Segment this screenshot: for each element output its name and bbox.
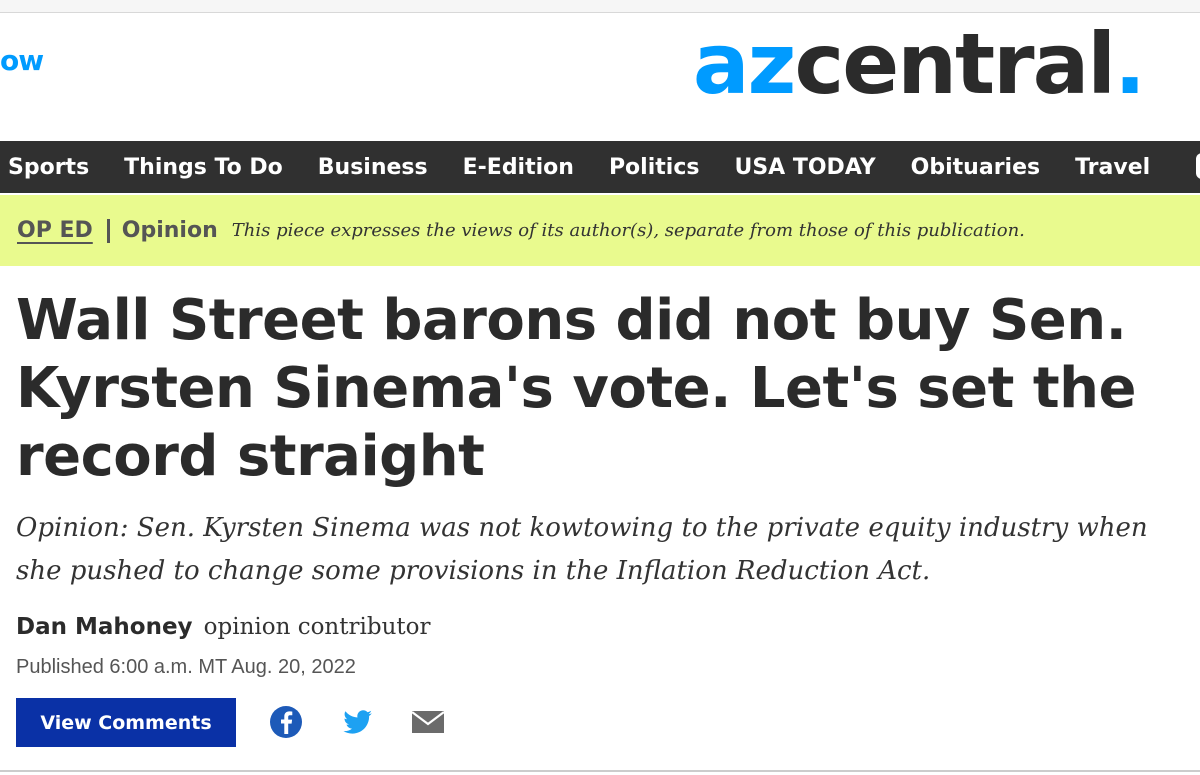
nav-item-business[interactable]: Business [318, 155, 428, 180]
published-timestamp: Published 6:00 a.m. MT Aug. 20, 2022 [16, 656, 356, 678]
nav-item-travel[interactable]: Travel [1075, 155, 1150, 180]
nav-item-politics[interactable]: Politics [609, 155, 700, 180]
bottom-divider [0, 770, 1200, 772]
author-role: opinion contributor [203, 614, 431, 640]
opinion-label: Opinion [121, 218, 218, 243]
nav-item-sports[interactable]: Sports [8, 155, 89, 180]
email-share-button[interactable] [410, 704, 446, 740]
email-icon [411, 711, 445, 733]
twitter-icon [343, 710, 373, 734]
byline: Dan Mahoney opinion contributor [16, 614, 430, 640]
facebook-share-button[interactable] [268, 704, 304, 740]
logo-part-dot: . [1114, 15, 1146, 113]
view-comments-button[interactable]: View Comments [16, 698, 236, 747]
author-name[interactable]: Dan Mahoney [16, 614, 193, 640]
logo-part-az: az [692, 15, 797, 113]
nav-item-e-edition[interactable]: E-Edition [463, 155, 574, 180]
facebook-icon [270, 706, 302, 738]
opinion-disclaimer: This piece expresses the views of its au… [231, 220, 1025, 241]
opinion-label-bar: OP ED Opinion This piece expresses the v… [0, 195, 1200, 266]
twitter-share-button[interactable] [339, 704, 375, 740]
nav-item-things-to-do[interactable]: Things To Do [124, 155, 283, 180]
browser-top-rule [0, 0, 1200, 13]
article-subhead: Opinion: Sen. Kyrsten Sinema was not kow… [16, 513, 1148, 586]
oped-link[interactable]: OP ED [17, 218, 93, 243]
label-divider [106, 218, 110, 243]
article-headline: Wall Street barons did not buy Sen. Kyrs… [16, 288, 1136, 489]
nav-item-usa-today[interactable]: USA TODAY [734, 155, 875, 180]
logo-part-central: central [794, 15, 1116, 113]
azcentral-logo[interactable]: azcentral. [693, 22, 1146, 106]
nav-overflow-edge [1196, 153, 1200, 179]
main-navigation: Sports Things To Do Business E-Edition P… [0, 141, 1200, 193]
header-left-link[interactable]: ow [0, 44, 44, 77]
nav-item-obituaries[interactable]: Obituaries [911, 155, 1040, 180]
